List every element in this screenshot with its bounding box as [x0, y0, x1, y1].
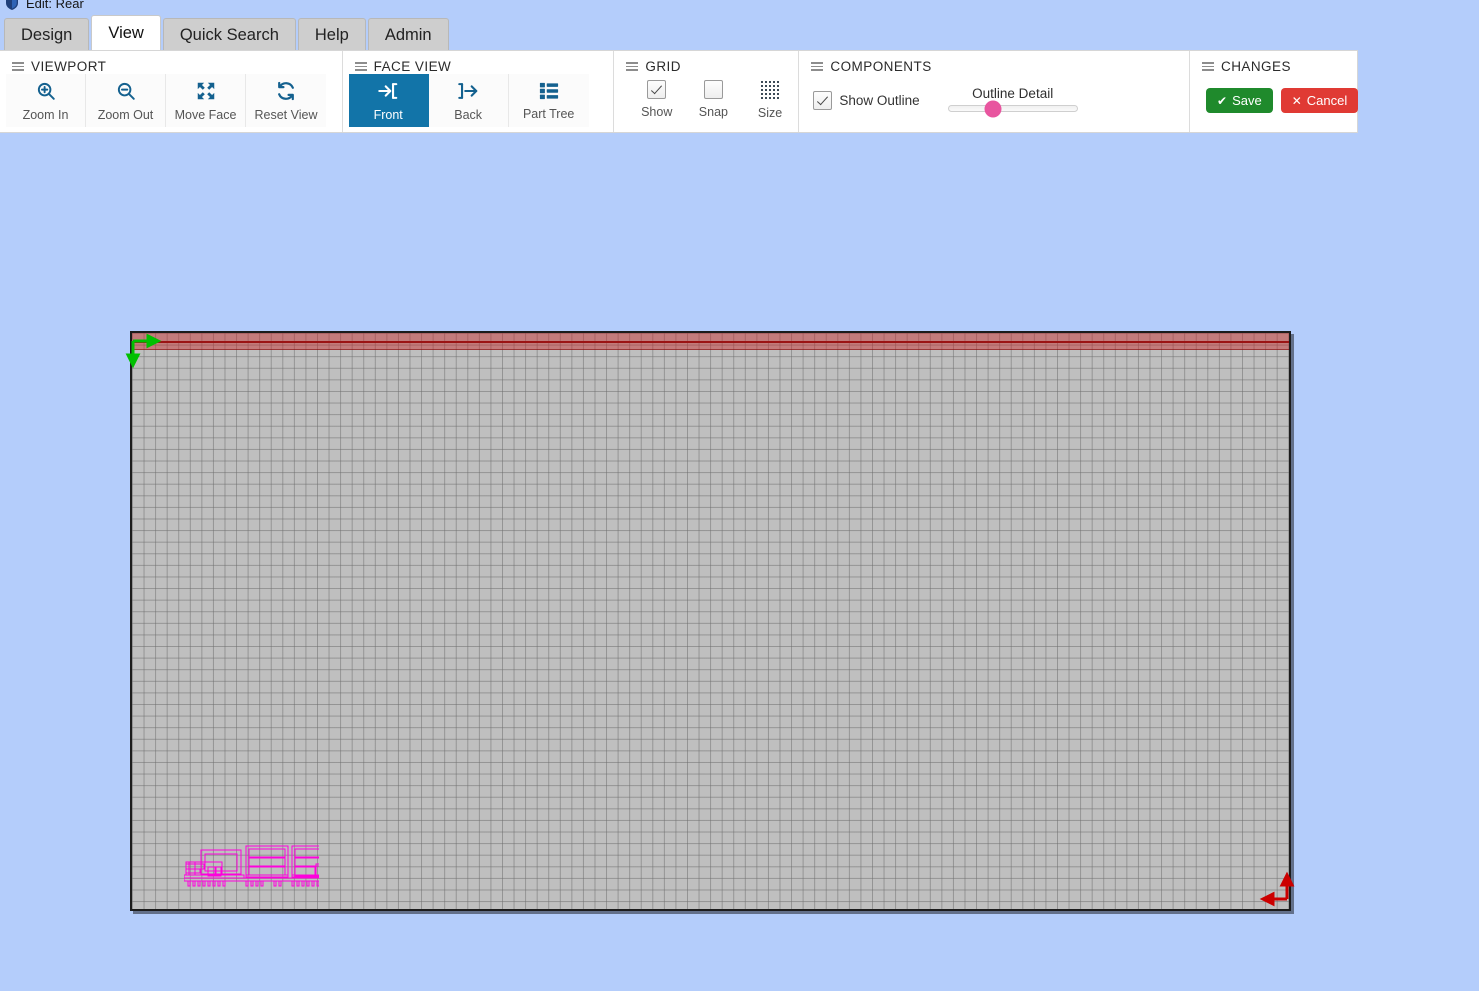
ribbon-group-changes: CHANGES ✔ Save ✕ Cancel [1190, 51, 1359, 132]
group-title-components: COMPONENTS [830, 59, 932, 74]
move-face-button[interactable]: Move Face [166, 74, 246, 127]
group-body-changes: ✔ Save ✕ Cancel [1190, 74, 1359, 113]
face-view-back-button[interactable]: Back [428, 74, 509, 127]
component-outlines[interactable] [184, 842, 319, 890]
grid-show-checkbox[interactable] [647, 80, 667, 99]
outline-detail-label: Outline Detail [972, 86, 1054, 101]
cancel-label: Cancel [1306, 93, 1348, 108]
face-view-back-label: Back [454, 107, 483, 122]
grid-size-control[interactable]: Size [750, 74, 791, 120]
tab-view[interactable]: View [91, 15, 161, 50]
group-body-viewport: Zoom In Zoom Out Move Face Reset View [0, 74, 342, 127]
ribbon-group-face-view: FACE VIEW Front Back Part Tree [343, 51, 615, 132]
window-title: Edit: Rear [26, 0, 84, 11]
arrow-into-icon [377, 80, 399, 102]
tab-help[interactable]: Help [297, 18, 366, 50]
cancel-button[interactable]: ✕ Cancel [1280, 88, 1359, 113]
ribbon-group-grid: GRID Show Snap Size [614, 51, 800, 132]
group-header-grid: GRID [614, 51, 798, 74]
part-tree-label: Part Tree [522, 106, 575, 121]
design-viewport[interactable] [0, 133, 1479, 991]
outline-detail-thumb[interactable] [984, 100, 1002, 117]
zoom-out-icon [115, 80, 137, 102]
reset-view-icon [275, 80, 297, 102]
face-view-front-label: Front [373, 107, 403, 122]
grid-show-control[interactable]: Show [636, 74, 677, 119]
face-view-front-button[interactable]: Front [348, 74, 429, 127]
move-face-label: Move Face [174, 107, 237, 122]
group-body-face-view: Front Back Part Tree [343, 74, 614, 127]
group-title-face-view: FACE VIEW [373, 59, 452, 74]
tab-design[interactable]: Design [4, 18, 90, 50]
zoom-in-label: Zoom In [22, 107, 69, 122]
shield-icon [4, 0, 20, 11]
group-title-grid: GRID [645, 59, 681, 74]
origin-axes [125, 331, 190, 383]
reset-view-button[interactable]: Reset View [246, 74, 326, 127]
ribbon-toolbar: VIEWPORT Zoom In Zoom Out Move Face Rese… [0, 50, 1359, 133]
check-icon: ✔ [1217, 93, 1228, 108]
group-body-grid: Show Snap Size [614, 74, 798, 120]
menu-handle-icon[interactable] [12, 62, 24, 71]
menu-handle-icon[interactable] [354, 62, 367, 71]
zoom-in-button[interactable]: Zoom In [6, 74, 86, 127]
face-board[interactable] [125, 331, 1295, 911]
group-header-changes: CHANGES [1190, 51, 1357, 74]
group-title-viewport: VIEWPORT [31, 59, 107, 74]
zoom-out-label: Zoom Out [97, 107, 154, 122]
application-window: Edit: Rear Design View Quick Search Help… [0, 0, 1479, 991]
grid-snap-control[interactable]: Snap [693, 74, 734, 119]
save-label: Save [1232, 93, 1262, 108]
ribbon-group-components: COMPONENTS Show Outline Outline Detail [799, 51, 1190, 132]
top-rail-highlight [132, 333, 1289, 350]
move-face-icon [195, 80, 217, 102]
group-header-face-view: FACE VIEW [343, 51, 614, 74]
menu-handle-icon[interactable] [626, 62, 639, 71]
main-tab-bar: Design View Quick Search Help Admin [0, 15, 451, 50]
zoom-in-icon [35, 80, 57, 102]
show-outline-label: Show Outline [839, 92, 920, 108]
group-header-components: COMPONENTS [799, 51, 1189, 74]
title-bar: Edit: Rear [0, 0, 84, 14]
outline-detail-slider[interactable] [947, 100, 1078, 117]
group-title-changes: CHANGES [1221, 59, 1291, 74]
reset-view-label: Reset View [254, 107, 318, 122]
part-tree-button[interactable]: Part Tree [508, 74, 589, 127]
outline-detail-control[interactable]: Outline Detail [947, 86, 1078, 117]
menu-handle-icon[interactable] [811, 62, 824, 71]
grid-size-label: Size [757, 106, 783, 120]
tab-quick-search[interactable]: Quick Search [162, 18, 296, 50]
dot-grid-icon [760, 80, 781, 100]
grid-snap-checkbox[interactable] [703, 80, 723, 99]
tab-admin[interactable]: Admin [367, 18, 449, 50]
menu-handle-icon[interactable] [1202, 62, 1214, 71]
arrow-out-icon [457, 80, 479, 102]
show-outline-control[interactable]: Show Outline [813, 90, 920, 110]
save-button[interactable]: ✔ Save [1206, 88, 1273, 113]
show-outline-checkbox[interactable] [813, 90, 833, 110]
far-axes [1235, 857, 1295, 913]
zoom-out-button[interactable]: Zoom Out [86, 74, 166, 127]
x-icon: ✕ [1291, 93, 1302, 108]
grid-show-label: Show [641, 105, 673, 119]
list-tree-icon [538, 81, 560, 101]
ribbon-group-viewport: VIEWPORT Zoom In Zoom Out Move Face Rese… [0, 51, 343, 132]
group-body-components: Show Outline Outline Detail [799, 74, 1189, 117]
group-header-viewport: VIEWPORT [0, 51, 342, 74]
board-grid [132, 333, 1289, 909]
grid-snap-label: Snap [698, 105, 728, 119]
